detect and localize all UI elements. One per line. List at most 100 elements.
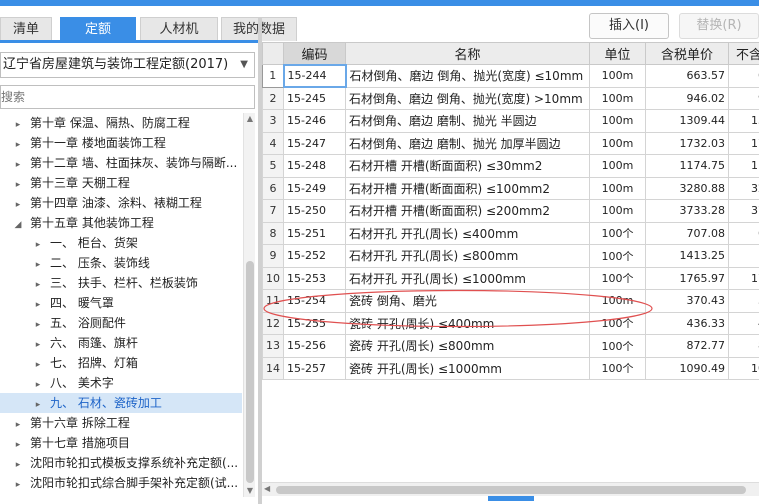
caret-right-icon[interactable]: ▸: [12, 475, 24, 493]
tree-item[interactable]: ▸ 七、 招牌、灯箱: [0, 353, 242, 373]
code-cell[interactable]: 15-250: [283, 199, 346, 223]
code-cell[interactable]: 15-253: [283, 266, 346, 290]
insert-button[interactable]: 插入(I): [589, 13, 669, 39]
table-row[interactable]: 1315-256瓷砖 开孔(周长) ≤800mm100个872.77859: [262, 334, 759, 358]
grid-horizontal-scrollbar[interactable]: ◀: [262, 482, 759, 496]
code-cell[interactable]: 15-246: [283, 109, 346, 133]
tree-item[interactable]: ▸ 沈阳市轮扣式综合脚手架补充定额(试...: [0, 473, 242, 493]
tree-item[interactable]: ▸ 第十章 保温、隔热、防腐工程: [0, 113, 242, 133]
price-tax-cell[interactable]: 3280.88: [645, 176, 729, 200]
name-cell[interactable]: 石材开孔 开孔(周长) ≤1000mm: [345, 266, 590, 290]
tree-item[interactable]: ▸ 沈阳市轮扣式模板支撑系统补充定额(...: [0, 453, 242, 473]
caret-right-icon[interactable]: ▸: [12, 155, 24, 173]
code-cell[interactable]: 15-245: [283, 86, 346, 110]
price-notax-cell[interactable]: 3280: [728, 176, 759, 200]
price-notax-cell[interactable]: 1302: [728, 109, 759, 133]
unit-cell[interactable]: 100个: [589, 356, 646, 380]
tree-item[interactable]: ◢ 第十五章 其他装饰工程: [0, 213, 242, 233]
row-number-cell[interactable]: 6: [262, 176, 284, 200]
price-notax-cell[interactable]: 1074: [728, 356, 759, 380]
caret-right-icon[interactable]: ▸: [12, 415, 24, 433]
name-cell[interactable]: 瓷砖 倒角、磨光: [345, 289, 590, 313]
tree-item[interactable]: ▸ 三、 扶手、栏杆、栏板装饰: [0, 273, 242, 293]
table-row[interactable]: 1 15-244 石材倒角、磨边 倒角、抛光(宽度) ≤10mm 100m 663.57…: [262, 63, 759, 88]
row-number-cell[interactable]: 7: [262, 199, 284, 223]
code-cell[interactable]: 15-244: [282, 63, 347, 88]
unit-cell[interactable]: 100个: [589, 311, 646, 335]
name-cell[interactable]: 石材倒角、磨边 倒角、抛光(宽度) ≤10mm: [345, 64, 590, 88]
caret-right-icon[interactable]: ▸: [12, 435, 24, 453]
price-notax-cell[interactable]: 1744: [728, 266, 759, 290]
price-tax-cell[interactable]: 946.02: [645, 86, 729, 110]
header-unit[interactable]: 单位: [589, 42, 646, 65]
tree-item[interactable]: ▸ 第十七章 措施项目: [0, 433, 242, 453]
scroll-down-icon[interactable]: ▼: [244, 485, 256, 497]
caret-right-icon[interactable]: ▸: [12, 135, 24, 153]
caret-right-icon[interactable]: ▸: [12, 175, 24, 193]
tree-item[interactable]: ▸ 第十六章 拆除工程: [0, 413, 242, 433]
code-cell[interactable]: 15-256: [283, 334, 346, 358]
price-notax-cell[interactable]: 859: [728, 334, 759, 358]
tree-item[interactable]: ▸ 第十二章 墙、柱面抹灰、装饰与隔断...: [0, 153, 242, 173]
header-price-notax[interactable]: 不含税: [728, 42, 759, 65]
price-notax-cell[interactable]: 13: [728, 244, 759, 268]
tree-item[interactable]: ▸ 第十四章 油漆、涂料、裱糊工程: [0, 193, 242, 213]
name-cell[interactable]: 瓷砖 开孔(周长) ≤1000mm: [345, 356, 590, 380]
table-row[interactable]: 1115-254瓷砖 倒角、磨光100m370.43352: [262, 289, 759, 313]
price-tax-cell[interactable]: 1309.44: [645, 109, 729, 133]
header-code[interactable]: 编码: [283, 42, 346, 65]
caret-down-icon[interactable]: ◢: [12, 215, 24, 233]
price-tax-cell[interactable]: 872.77: [645, 334, 729, 358]
row-number-cell[interactable]: 1: [262, 64, 284, 88]
caret-right-icon[interactable]: ▸: [32, 375, 44, 393]
unit-cell[interactable]: 100m: [589, 64, 646, 88]
unit-cell[interactable]: 100个: [589, 266, 646, 290]
tree-item[interactable]: ▸ 第十一章 楼地面装饰工程: [0, 133, 242, 153]
unit-cell[interactable]: 100个: [589, 221, 646, 245]
code-cell[interactable]: 15-247: [283, 131, 346, 155]
unit-cell[interactable]: 100m: [589, 86, 646, 110]
row-number-cell[interactable]: 13: [262, 334, 284, 358]
tree-item[interactable]: ▸ 八、 美术字: [0, 373, 242, 393]
price-tax-cell[interactable]: 1174.75: [645, 154, 729, 178]
row-number-cell[interactable]: 10: [262, 266, 284, 290]
bottom-resize-handle[interactable]: [488, 496, 534, 501]
row-number-cell[interactable]: 9: [262, 244, 284, 268]
quota-library-select[interactable]: 辽宁省房屋建筑与装饰工程定额(2017) ▼: [0, 52, 255, 78]
unit-cell[interactable]: 100个: [589, 244, 646, 268]
name-cell[interactable]: 石材倒角、磨边 倒角、抛光(宽度) >10mm: [345, 86, 590, 110]
unit-cell[interactable]: 100个: [589, 334, 646, 358]
row-number-cell[interactable]: 8: [262, 221, 284, 245]
unit-cell[interactable]: 100m: [589, 154, 646, 178]
tree-item[interactable]: ▸ 六、 雨篷、旗杆: [0, 333, 242, 353]
name-cell[interactable]: 石材开孔 开孔(周长) ≤800mm: [345, 244, 590, 268]
name-cell[interactable]: 石材倒角、磨边 磨制、抛光 加厚半圆边: [345, 131, 590, 155]
row-number-cell[interactable]: 11: [262, 289, 284, 313]
code-cell[interactable]: 15-248: [283, 154, 346, 178]
caret-right-icon[interactable]: ▸: [32, 275, 44, 293]
tree-scroll-thumb[interactable]: [246, 261, 254, 483]
table-row[interactable]: 7 15-250 石材开槽 开槽(断面面积) ≤200mm2 100m 3733.28 3…: [262, 199, 759, 223]
table-row[interactable]: 1415-257瓷砖 开孔(周长) ≤1000mm100个1090.491074: [262, 356, 759, 380]
table-row[interactable]: 515-248石材开槽 开槽(断面面积) ≤30mm2100m1174.7511…: [262, 154, 759, 178]
tree-item[interactable]: ▸ 九、 石材、瓷砖加工: [0, 393, 242, 413]
name-cell[interactable]: 瓷砖 开孔(周长) ≤800mm: [345, 334, 590, 358]
price-notax-cell[interactable]: 645: [728, 64, 759, 88]
row-number-cell[interactable]: 14: [262, 356, 284, 380]
table-row[interactable]: 915-252石材开孔 开孔(周长) ≤800mm100个1413.2513: [262, 244, 759, 268]
price-tax-cell[interactable]: 3733.28: [645, 199, 729, 223]
price-tax-cell[interactable]: 707.08: [645, 221, 729, 245]
caret-right-icon[interactable]: ▸: [32, 335, 44, 353]
caret-right-icon[interactable]: ▸: [12, 455, 24, 473]
tab-labor-material-machine[interactable]: 人材机: [140, 17, 218, 41]
caret-right-icon[interactable]: ▸: [12, 115, 24, 133]
price-notax-cell[interactable]: 429: [728, 311, 759, 335]
replace-button[interactable]: 替换(R): [679, 13, 759, 39]
row-number-cell[interactable]: 12: [262, 311, 284, 335]
unit-cell[interactable]: 100m: [589, 109, 646, 133]
grid-scroll-thumb[interactable]: [276, 486, 746, 494]
caret-right-icon[interactable]: ▸: [32, 355, 44, 373]
table-row[interactable]: 315-246石材倒角、磨边 磨制、抛光 半圆边100m1309.441302: [262, 109, 759, 133]
price-tax-cell[interactable]: 370.43: [645, 289, 729, 313]
code-cell[interactable]: 15-257: [283, 356, 346, 380]
